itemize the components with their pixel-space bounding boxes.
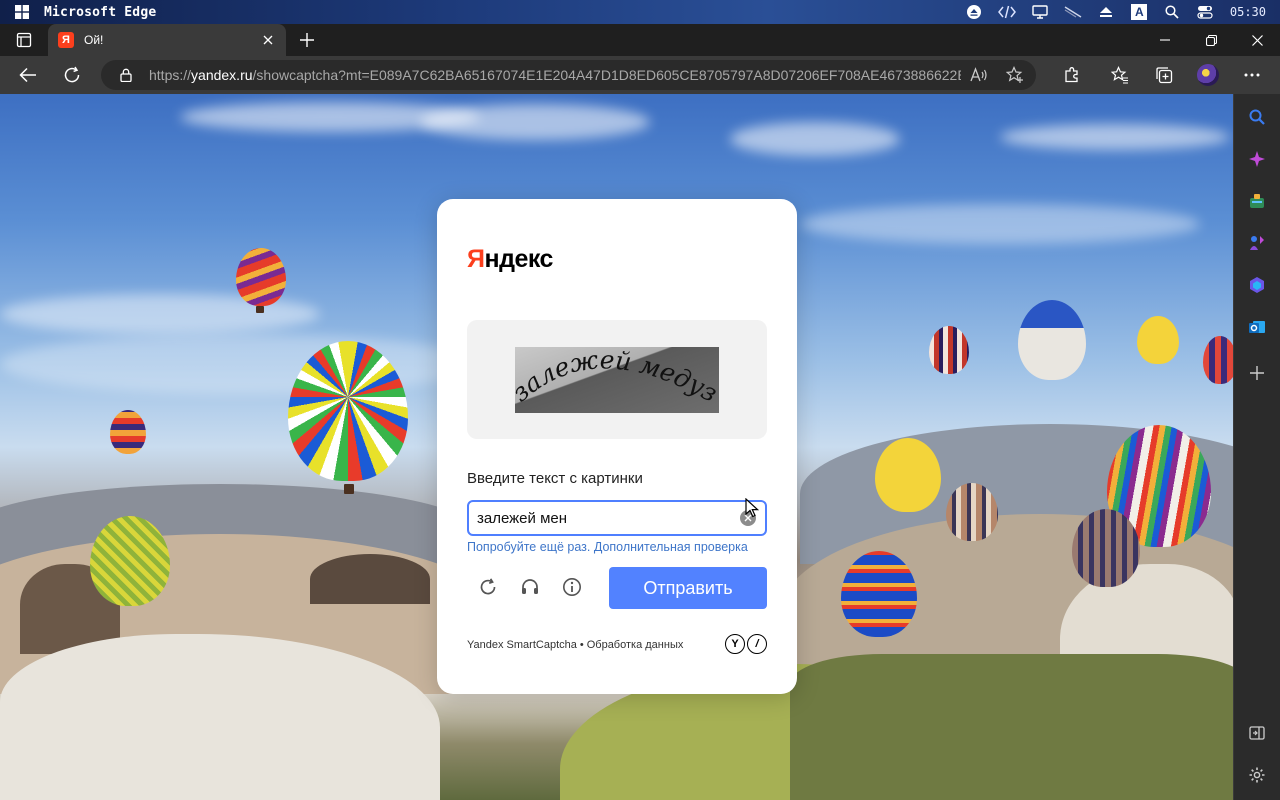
audio-captcha-icon[interactable]: [516, 573, 544, 601]
captcha-image-container: залежей медузу: [467, 320, 767, 439]
mouse-cursor-icon: [745, 498, 759, 518]
browser-toolbar: https://yandex.ru/showcaptcha?mt=E089A7C…: [0, 56, 1280, 94]
url-text[interactable]: https://yandex.ru/showcaptcha?mt=E089A7C…: [149, 67, 961, 83]
sidebar-m365-icon[interactable]: [1246, 274, 1268, 296]
toolbar-right: [1050, 56, 1274, 94]
yandex-logo[interactable]: Яндекс: [467, 245, 553, 274]
slash-icon[interactable]: [1057, 0, 1090, 24]
sidebar-search-icon[interactable]: [1246, 106, 1268, 128]
smartcaptcha-logo-icon: Y /: [725, 634, 769, 654]
os-taskbar: Microsoft Edge A 05:30: [0, 0, 1280, 24]
svg-text:залежей медузу: залежей медузу: [515, 347, 719, 408]
extensions-icon[interactable]: [1050, 56, 1094, 94]
search-icon[interactable]: [1156, 0, 1189, 24]
edge-sidebar: [1233, 94, 1280, 800]
read-aloud-icon[interactable]: [961, 60, 997, 90]
sidebar-hide-icon[interactable]: [1246, 722, 1268, 744]
active-app-title: Microsoft Edge: [44, 4, 157, 20]
refresh-captcha-icon[interactable]: [474, 573, 502, 601]
favorites-icon[interactable]: [1098, 56, 1142, 94]
add-favorite-icon[interactable]: [997, 60, 1033, 90]
windows-start-icon[interactable]: [0, 0, 44, 24]
back-icon[interactable]: [6, 56, 50, 94]
info-icon[interactable]: [558, 573, 586, 601]
sidebar-settings-icon[interactable]: [1246, 764, 1268, 786]
eject-icon[interactable]: [958, 0, 991, 24]
tab-title: Ой!: [84, 33, 104, 47]
lock-icon[interactable]: [119, 68, 133, 82]
captcha-word: залежей медузу: [515, 347, 719, 408]
error-message[interactable]: Попробуйте ещё раз. Дополнительная прове…: [467, 540, 748, 554]
submit-button[interactable]: Отправить: [609, 567, 767, 609]
clock: 05:30: [1229, 5, 1266, 19]
minimize-icon[interactable]: [1142, 24, 1188, 56]
collections-icon[interactable]: [1142, 56, 1186, 94]
tab-active[interactable]: Я Ой!: [48, 24, 286, 56]
sidebar-copilot-icon[interactable]: [1246, 148, 1268, 170]
footer-separator: •: [579, 639, 584, 651]
address-bar[interactable]: https://yandex.ru/showcaptcha?mt=E089A7C…: [101, 60, 1036, 90]
toggle-icon[interactable]: [1189, 0, 1222, 24]
tab-strip: Я Ой!: [0, 24, 1280, 56]
new-tab-button[interactable]: [290, 24, 324, 56]
tab-actions-button[interactable]: [0, 24, 48, 56]
font-a-icon[interactable]: A: [1123, 0, 1156, 24]
monitor-icon[interactable]: [1024, 0, 1057, 24]
captcha-prompt-label: Введите текст с картинки: [467, 470, 643, 487]
captcha-footer: Yandex SmartCaptcha • Обработка данных: [467, 639, 683, 651]
system-tray: A 05:30: [958, 0, 1280, 24]
data-processing-link[interactable]: Обработка данных: [587, 639, 684, 651]
smartcaptcha-brand: Yandex SmartCaptcha: [467, 639, 577, 651]
more-options-icon[interactable]: [1230, 56, 1274, 94]
captcha-card: Яндекс залежей медузу Введите текст с ка…: [437, 199, 797, 694]
upload-icon[interactable]: [1090, 0, 1123, 24]
yandex-favicon-icon: Я: [58, 32, 74, 48]
captcha-image: залежей медузу: [515, 347, 719, 413]
sidebar-add-icon[interactable]: [1246, 362, 1268, 384]
sidebar-outlook-icon[interactable]: [1246, 316, 1268, 338]
refresh-icon[interactable]: [50, 56, 94, 94]
captcha-text-input[interactable]: [467, 500, 767, 536]
window-controls: [1142, 24, 1280, 56]
profile-avatar[interactable]: [1186, 56, 1230, 94]
close-window-icon[interactable]: [1234, 24, 1280, 56]
sidebar-games-icon[interactable]: [1246, 232, 1268, 254]
code-icon[interactable]: [991, 0, 1024, 24]
tab-close-icon[interactable]: [258, 30, 278, 50]
restore-icon[interactable]: [1188, 24, 1234, 56]
sidebar-tools-icon[interactable]: [1246, 190, 1268, 212]
